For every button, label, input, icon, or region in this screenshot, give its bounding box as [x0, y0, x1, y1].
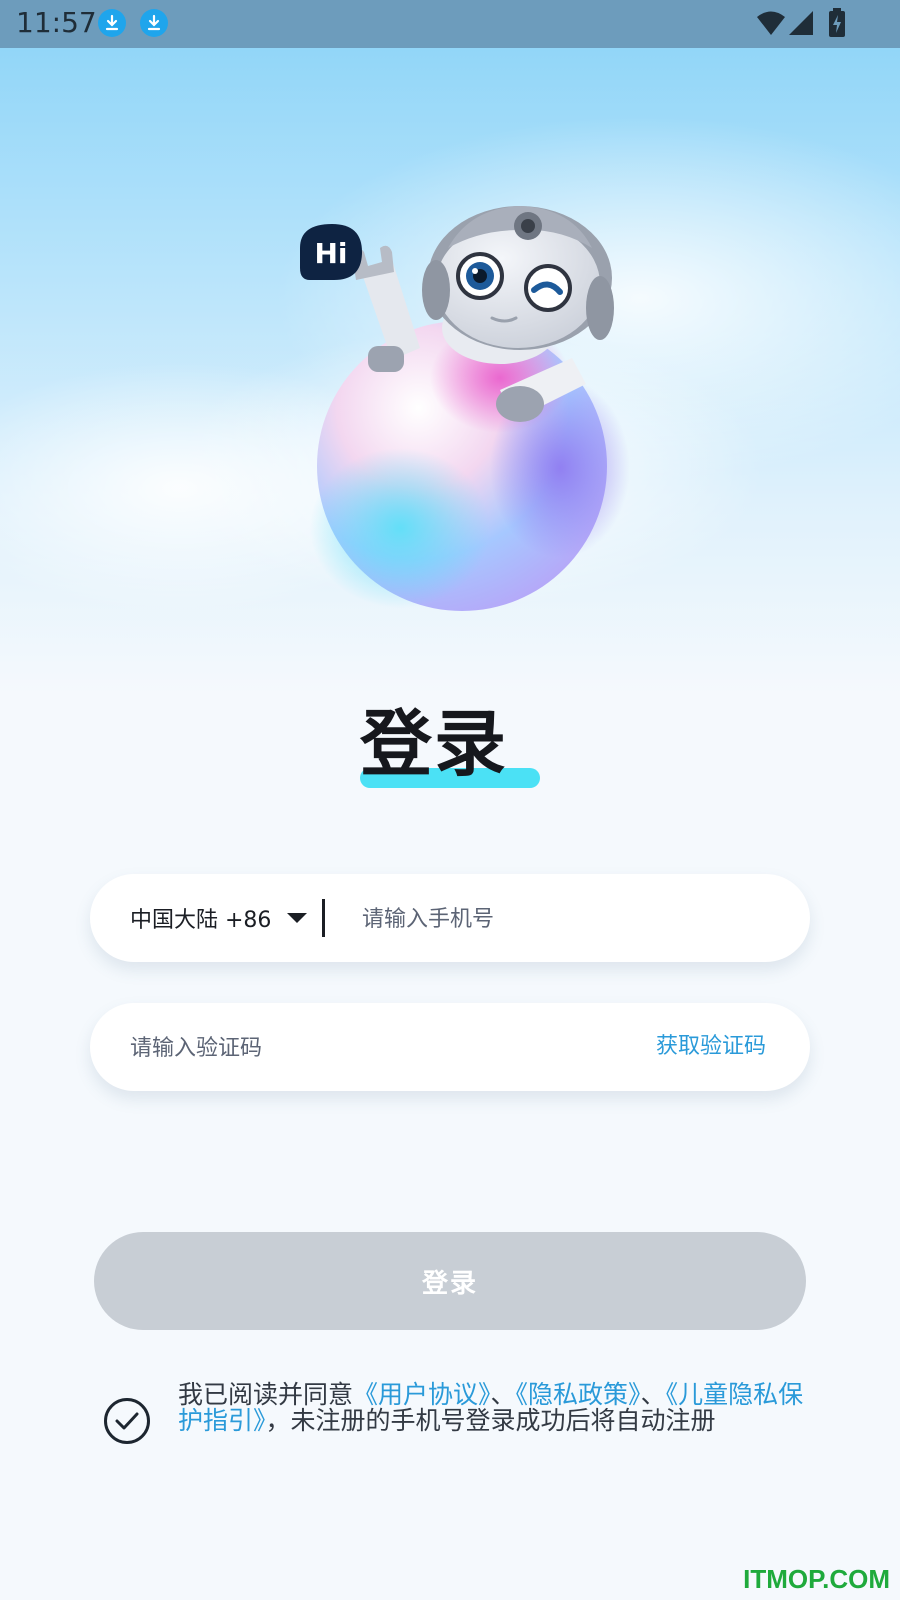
- download-icon: [140, 9, 168, 37]
- user-agreement-link[interactable]: 《用户协议》: [353, 1380, 491, 1409]
- privacy-policy-link[interactable]: 《隐私政策》: [516, 1380, 641, 1409]
- status-bar: 11:57: [0, 0, 900, 48]
- agreement-separator: 、: [640, 1380, 666, 1409]
- page-title-block: 登录: [360, 704, 540, 794]
- chevron-down-icon: [287, 913, 308, 923]
- country-code-select[interactable]: 中国大陆 +86: [130, 874, 308, 962]
- download-icon: [98, 9, 126, 37]
- verification-code-input[interactable]: [128, 1025, 572, 1071]
- wifi-icon: [757, 11, 785, 35]
- battery-charging-icon: [829, 8, 845, 37]
- agree-checkbox[interactable]: [104, 1398, 150, 1444]
- page-title: 登录: [360, 702, 509, 786]
- signal-icon: [789, 11, 813, 35]
- watermark: ITMOP.COM: [743, 1564, 890, 1594]
- checkmark-icon: [115, 1412, 139, 1430]
- field-divider: [322, 899, 325, 937]
- country-code-label: 中国大陆 +86: [130, 908, 272, 933]
- hero-illustration: Hi: [0, 48, 900, 694]
- agreement-text: 我已阅读并同意《用户协议》、《隐私政策》、《儿童隐私保护指引》，未注册的手机号登…: [178, 1382, 808, 1434]
- agreement-suffix: ，未注册的手机号登录成功后将自动注册: [265, 1406, 716, 1435]
- agreement-prefix: 我已阅读并同意: [178, 1380, 354, 1409]
- phone-input[interactable]: [360, 896, 764, 942]
- hi-bubble-text: Hi: [314, 237, 347, 270]
- login-button[interactable]: 登录: [94, 1232, 806, 1330]
- get-code-button[interactable]: 获取验证码: [656, 1003, 766, 1091]
- agreement-separator: 、: [490, 1380, 516, 1409]
- phone-field: 中国大陆 +86: [90, 874, 810, 962]
- status-time: 11:57: [16, 6, 97, 39]
- code-field: 获取验证码: [90, 1003, 810, 1091]
